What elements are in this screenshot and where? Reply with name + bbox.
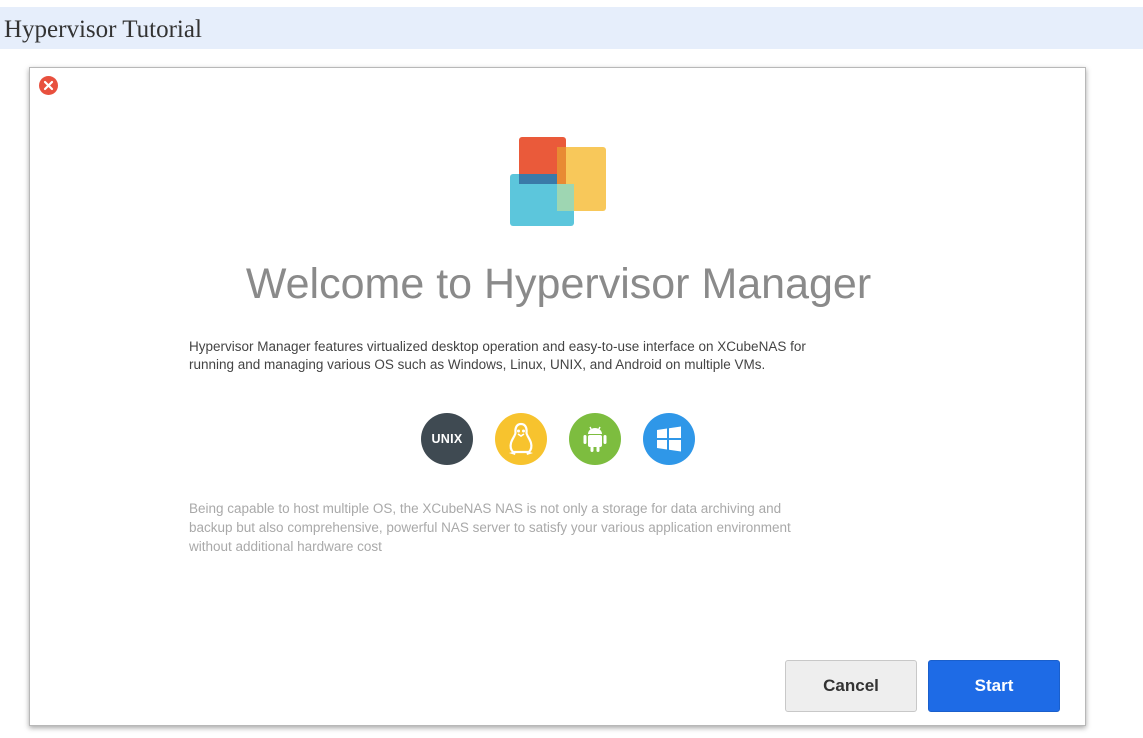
start-button[interactable]: Start	[928, 660, 1060, 712]
description-line: Hypervisor Manager features virtualized …	[189, 339, 806, 354]
note-line: Being capable to host multiple OS, the X…	[189, 501, 782, 516]
welcome-heading: Welcome to Hypervisor Manager	[245, 260, 872, 308]
android-icon	[569, 413, 621, 465]
note-text: Being capable to host multiple OS, the X…	[189, 499, 949, 556]
description-text: Hypervisor Manager features virtualized …	[189, 338, 949, 374]
unix-icon-label: UNIX	[431, 432, 463, 446]
window-title-bar: Hypervisor Tutorial	[0, 7, 1143, 49]
windows-icon	[643, 413, 695, 465]
cancel-button[interactable]: Cancel	[785, 660, 917, 712]
note-line: backup but also comprehensive, powerful …	[189, 520, 791, 535]
window-title: Hypervisor Tutorial	[4, 16, 202, 43]
hypervisor-logo-icon	[510, 137, 606, 226]
close-button[interactable]	[39, 76, 58, 95]
os-icons-row: UNIX	[421, 413, 695, 465]
description-line: running and managing various OS such as …	[189, 357, 766, 372]
close-icon	[43, 80, 54, 91]
unix-icon: UNIX	[421, 413, 473, 465]
note-line: without additional hardware cost	[189, 539, 382, 554]
linux-icon	[495, 413, 547, 465]
tutorial-dialog: Welcome to Hypervisor Manager Hypervisor…	[29, 67, 1086, 726]
